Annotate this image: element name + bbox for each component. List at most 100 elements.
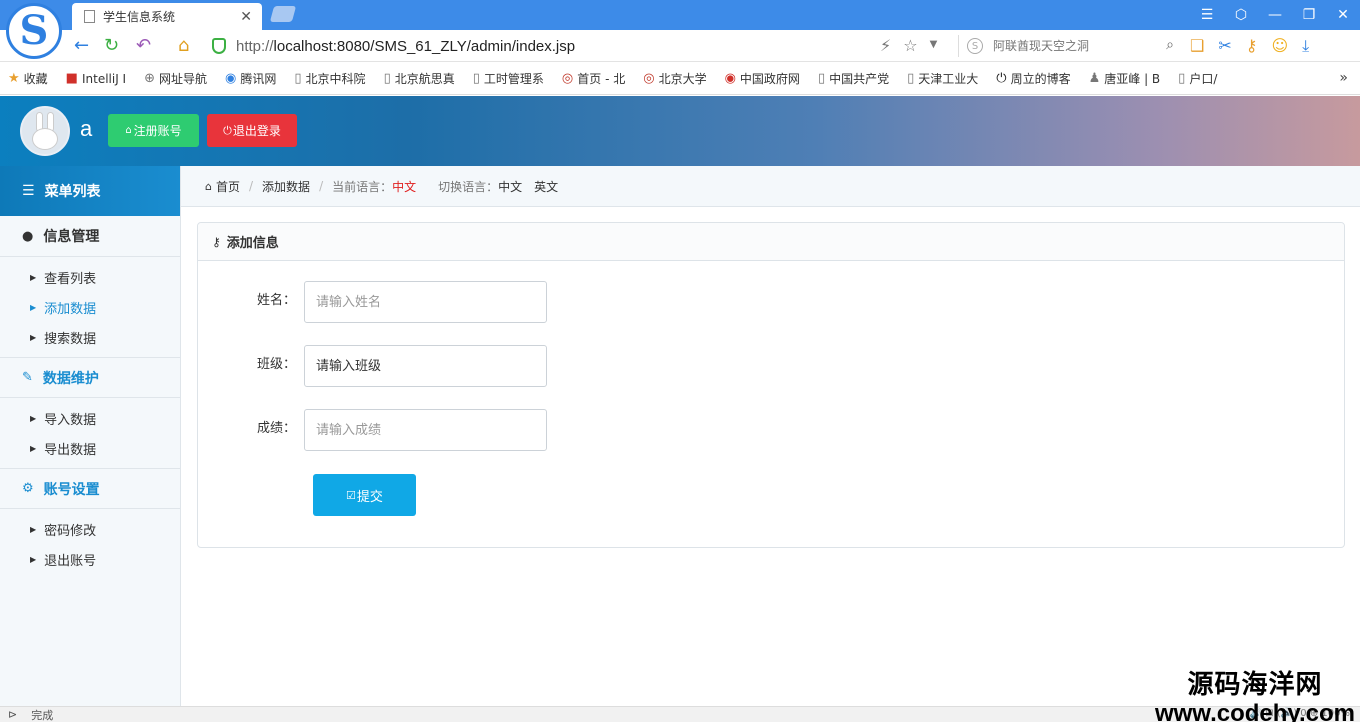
university-icon: ◎ xyxy=(561,71,574,86)
register-button[interactable]: ⌂ 注册账号 xyxy=(108,114,199,147)
language-zh-link[interactable]: 中文 xyxy=(498,178,522,195)
bookmark-item[interactable]: ▯ 户口/ xyxy=(1178,70,1217,87)
username: a xyxy=(80,116,93,141)
lightning-icon[interactable]: ⚡ xyxy=(880,36,891,55)
score-input[interactable] xyxy=(304,409,547,451)
caret-right-icon: ▶ xyxy=(30,272,37,282)
bookmark-item[interactable]: ▯ 工时管理系 xyxy=(473,70,544,87)
sidebar-item-import-data[interactable]: ▶ 导入数据 xyxy=(0,403,180,433)
close-window-button[interactable]: ✕ xyxy=(1326,0,1360,30)
language-en-link[interactable]: 英文 xyxy=(534,178,558,195)
sidebar-group-account[interactable]: ⚙ 账号设置 xyxy=(0,468,180,509)
menu-icon[interactable]: ☰ xyxy=(1190,0,1224,30)
url-text: http://localhost:8080/SMS_61_ZLY/admin/i… xyxy=(236,37,576,55)
key-icon[interactable]: ⚷ xyxy=(1246,36,1258,56)
sidebar-title: 菜单列表 xyxy=(44,184,101,200)
status-text: 完成 xyxy=(31,708,54,722)
sidebar-item-search-data[interactable]: ▶ 搜索数据 xyxy=(0,322,180,352)
rabbit-face xyxy=(32,128,58,150)
edit-icon: ✎ xyxy=(22,370,33,385)
dropdown-icon[interactable]: ▼ xyxy=(930,39,938,55)
search-icon[interactable]: ⌕ xyxy=(1166,37,1174,53)
sidebar-item-export-data[interactable]: ▶ 导出数据 xyxy=(0,433,180,463)
star-icon[interactable]: ☆ xyxy=(903,36,917,55)
page-icon: ▯ xyxy=(472,71,480,86)
refresh-icon[interactable]: ↻ xyxy=(104,35,119,56)
emoji-icon[interactable]: ☺ xyxy=(1271,36,1288,56)
bookmark-item[interactable]: ◎ 北京大学 xyxy=(643,70,706,87)
back-icon[interactable]: ← xyxy=(74,35,89,56)
tab-close-icon[interactable]: ✕ xyxy=(240,9,252,25)
bookmark-item[interactable]: ⏻ 周立的博客 xyxy=(996,70,1070,87)
intellij-icon: ■ xyxy=(65,71,78,86)
globe-icon: ⊕ xyxy=(144,71,156,86)
home-icon: ⌂ xyxy=(205,179,212,193)
extension-icon[interactable]: ❑ xyxy=(1190,36,1204,56)
sidebar-group-info[interactable]: ● 信息管理 xyxy=(0,216,180,257)
bookmark-item[interactable]: ▯ 天津工业大 xyxy=(907,70,978,87)
bookmark-item[interactable]: ▯ 中国共产党 xyxy=(818,70,889,87)
check-icon: ☑ xyxy=(346,488,356,502)
more-bookmarks-icon[interactable]: » xyxy=(1339,70,1348,86)
class-label: 班级： xyxy=(256,356,296,372)
page-icon: ▯ xyxy=(383,71,391,86)
breadcrumb-current: 添加数据 xyxy=(262,179,311,194)
switch-language-label: 切换语言： xyxy=(438,179,499,194)
security-shield-icon xyxy=(212,38,226,54)
bookmark-item[interactable]: ♟ 唐亚峰 | B xyxy=(1089,70,1161,87)
sidebar-toggle-icon[interactable]: ⊳ xyxy=(8,708,17,721)
address-bar: ← ↻ ↶ ⌂ http://localhost:8080/SMS_61_ZLY… xyxy=(0,30,1360,62)
bookmark-item[interactable]: ◉ 中国政府网 xyxy=(725,70,800,87)
app-header: a ⌂ 注册账号 ⏻ 退出登录 xyxy=(0,96,1360,166)
browser-logo[interactable]: S xyxy=(6,3,62,59)
caret-right-icon: ▶ xyxy=(30,524,37,534)
logout-label: 退出登录 xyxy=(232,124,281,138)
maximize-button[interactable]: ❐ xyxy=(1292,0,1326,30)
current-language-label: 当前语言： xyxy=(332,179,393,194)
bookmark-item[interactable]: ◉ 腾讯网 xyxy=(225,70,276,87)
page-icon: ▯ xyxy=(1178,71,1186,86)
bookmark-item[interactable]: ▯ 北京航思真 xyxy=(384,70,455,87)
minimize-button[interactable]: — xyxy=(1258,0,1292,30)
breadcrumb-home[interactable]: 首页 xyxy=(216,178,240,195)
undo-icon[interactable]: ↶ xyxy=(136,35,151,56)
download-icon[interactable]: ⤓ xyxy=(1302,36,1309,56)
name-input[interactable] xyxy=(304,281,547,323)
bookmark-item[interactable]: ■ IntelliJ I xyxy=(66,71,126,86)
power-icon: ⏻ xyxy=(996,71,1007,86)
scissors-icon[interactable]: ✂ xyxy=(1218,36,1231,56)
sidebar-group-label: 数据维护 xyxy=(42,370,99,387)
sidebar-group-maintenance[interactable]: ✎ 数据维护 xyxy=(0,357,180,398)
qq-icon: ◉ xyxy=(225,71,237,86)
caret-right-icon: ▶ xyxy=(30,443,37,453)
sidebar-item-view-list[interactable]: ▶ 查看列表 xyxy=(0,262,180,292)
tab-title: 学生信息系统 xyxy=(103,10,176,24)
university-icon: ◎ xyxy=(643,71,655,86)
new-tab-button[interactable] xyxy=(269,6,297,22)
home-icon[interactable]: ⌂ xyxy=(178,35,189,56)
submit-button[interactable]: ☑ 提交 xyxy=(313,474,416,516)
sidebar-item-logout-account[interactable]: ▶ 退出账号 xyxy=(0,544,180,574)
page-icon xyxy=(84,10,95,23)
logout-button[interactable]: ⏻ 退出登录 xyxy=(207,114,297,147)
browser-tab[interactable]: 学生信息系统 ✕ xyxy=(72,3,262,30)
search-engine-icon[interactable]: S xyxy=(967,38,983,54)
bookmark-item[interactable]: ⊕ 网址导航 xyxy=(144,70,207,87)
search-input[interactable] xyxy=(993,39,1153,53)
search-box[interactable]: S ⌕ xyxy=(958,35,1178,57)
panel-title: 添加信息 xyxy=(226,236,279,251)
url-field[interactable]: http://localhost:8080/SMS_61_ZLY/admin/i… xyxy=(212,34,952,58)
avatar[interactable] xyxy=(20,106,70,156)
class-input[interactable] xyxy=(304,345,547,387)
skin-icon[interactable]: ⬡ xyxy=(1224,0,1258,30)
bookmark-item[interactable]: ▯ 北京中科院 xyxy=(294,70,365,87)
sidebar-item-change-password[interactable]: ▶ 密码修改 xyxy=(0,514,180,544)
gear-icon: ⚙ xyxy=(22,481,34,496)
form-row-name: 姓名： xyxy=(198,281,547,323)
bookmark-item[interactable]: ◎ 首页 - 北 xyxy=(562,70,625,87)
breadcrumb-separator: / xyxy=(249,179,254,193)
browser-logo-letter: S xyxy=(19,7,49,54)
bookmark-favorites[interactable]: ★ 收藏 xyxy=(8,70,48,87)
watermark: 源码海洋网 www.codehy.com xyxy=(1155,664,1355,722)
sidebar-item-add-data[interactable]: ▶ 添加数据 xyxy=(0,292,180,322)
